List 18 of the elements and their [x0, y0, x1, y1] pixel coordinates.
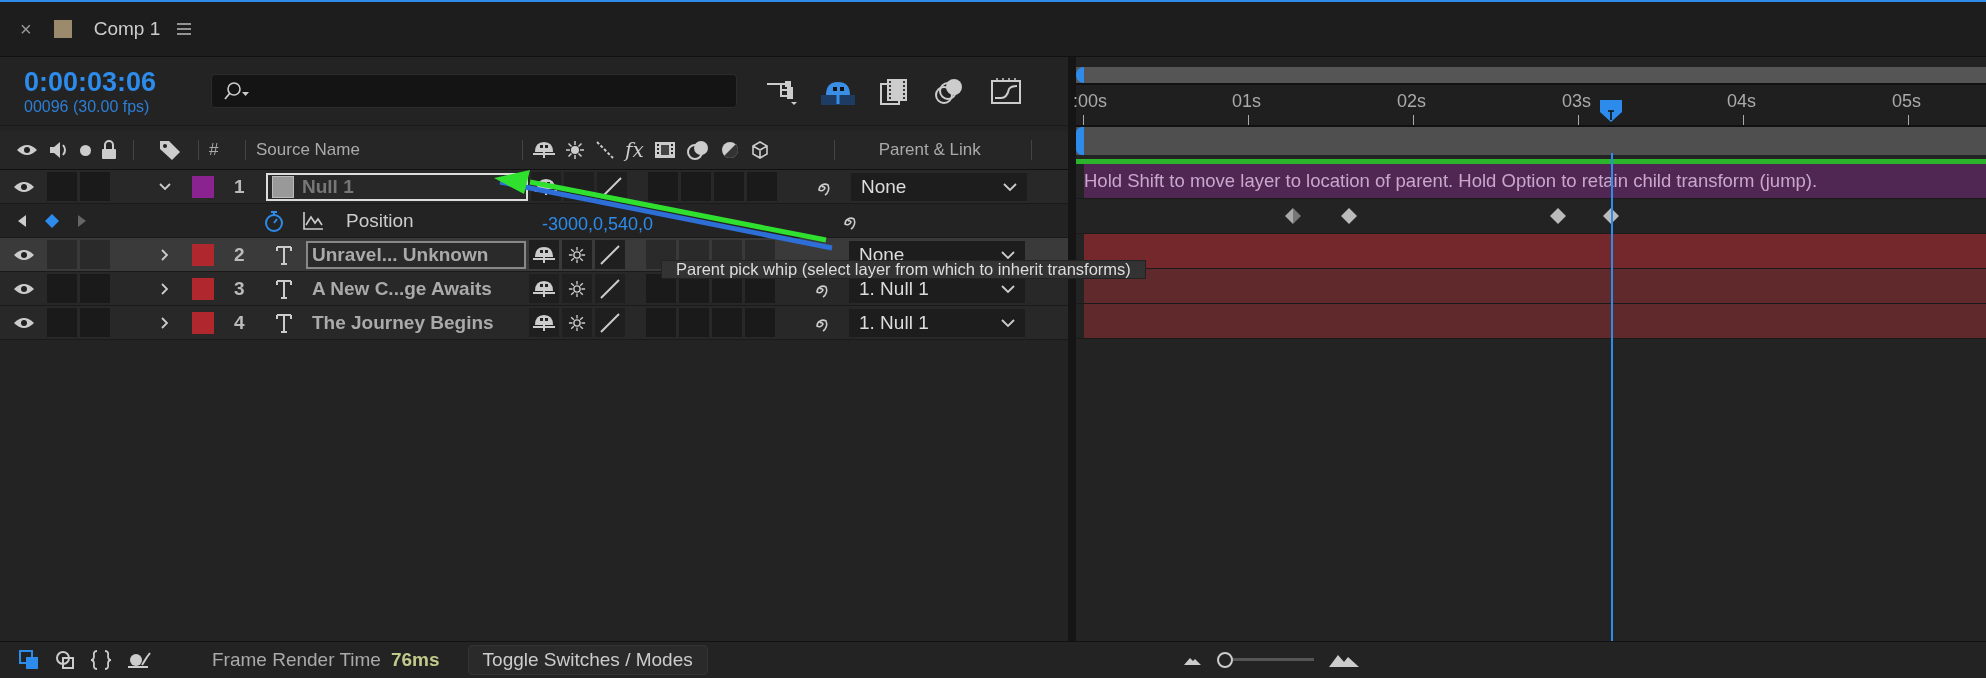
layer-number: 2 — [234, 243, 246, 266]
ruler-label: 05s — [1892, 91, 1922, 112]
ruler-label: 02s — [1397, 91, 1427, 112]
effects-icon: fx — [625, 138, 644, 162]
ruler-label: 04s — [1727, 91, 1757, 112]
number-column-header: # — [209, 140, 220, 160]
ruler-label: :00s — [1073, 91, 1108, 112]
frame-count: 00096 (30.00 fps) — [24, 97, 151, 116]
frame-render-time-label: Frame Render Time — [212, 649, 381, 671]
ruler-label: 03s — [1562, 91, 1592, 112]
layer-number: 3 — [234, 277, 246, 300]
parent-column-header: Parent & Link — [877, 140, 982, 160]
ruler-label: 01s — [1232, 91, 1262, 112]
layer-number: 4 — [234, 311, 246, 334]
property-name: Position — [346, 209, 415, 232]
frame-render-time-value: 76ms — [390, 649, 440, 671]
tooltip: Parent pick whip (select layer from which to inherit transforms) — [661, 260, 1146, 279]
layer-number: 1 — [234, 175, 246, 198]
